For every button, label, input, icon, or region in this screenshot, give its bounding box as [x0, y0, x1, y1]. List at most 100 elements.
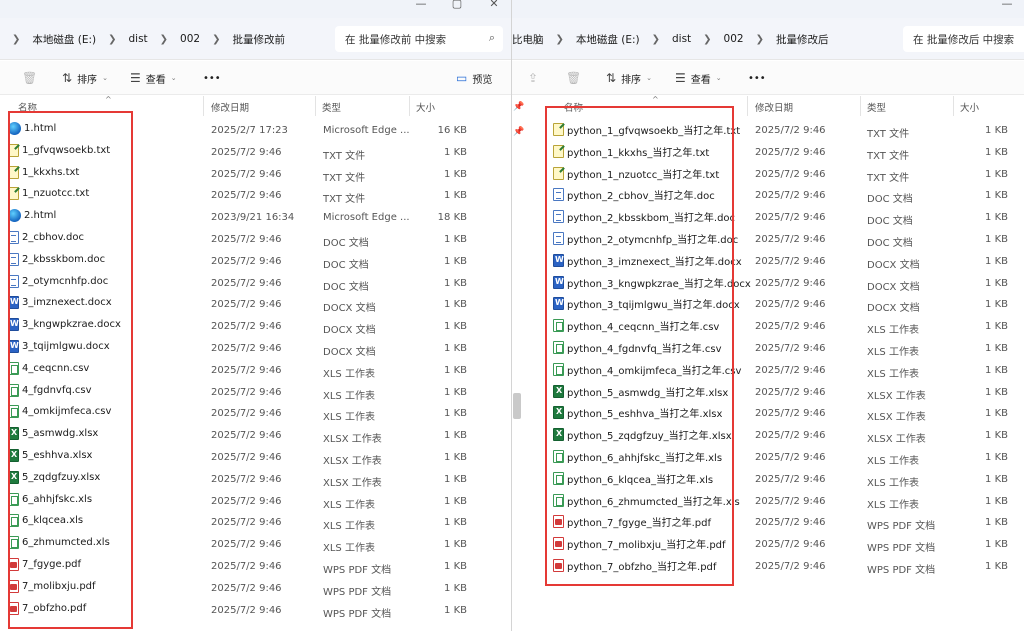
file-name-cell[interactable]: 2_cbhov.doc — [8, 231, 84, 244]
file-name-cell[interactable]: 7_obfzho.pdf — [8, 601, 86, 615]
file-row[interactable]: 7_obfzho.pdf 2025/7/2 9:46 WPS PDF 文档 1 KB — [0, 599, 511, 621]
file-name-cell[interactable]: 4_ceqcnn.csv — [8, 361, 89, 375]
breadcrumb-item[interactable]: 002 — [718, 33, 750, 45]
file-row[interactable]: 2_kbsskbom.doc 2025/7/2 9:46 DOC 文档 1 KB — [0, 250, 511, 272]
breadcrumb-item[interactable]: dist — [122, 33, 153, 45]
file-row[interactable]: 2_cbhov.doc 2025/7/2 9:46 DOC 文档 1 KB — [0, 228, 511, 250]
file-name-cell[interactable]: python_1_nzuotcc_当打之年.txt — [553, 166, 719, 181]
file-row[interactable]: python_4_ceqcnn_当打之年.csv 2025/7/2 9:46 XLS… — [512, 315, 1024, 337]
file-row[interactable]: python_4_fgdnvfq_当打之年.csv 2025/7/2 9:46 XL… — [512, 337, 1024, 359]
file-row[interactable]: python_6_klqcea_当打之年.xls 2025/7/2 9:46 XLS… — [512, 468, 1024, 490]
file-name-cell[interactable]: 3_kngwpkzrae.docx — [8, 318, 121, 332]
breadcrumb[interactable]: ❯ 本地磁盘 (E:) ❯ dist ❯ 002 ❯ 批量修改前 — [6, 26, 291, 52]
file-name-cell[interactable]: python_6_ahhjfskc_当打之年.xls — [553, 449, 722, 464]
breadcrumb[interactable]: 比电脑 ❯ 本地磁盘 (E:) ❯ dist ❯ 002 ❯ 批量修改后 — [512, 26, 834, 52]
maximize-icon[interactable]: ▢ — [450, 0, 464, 12]
column-divider[interactable] — [953, 96, 954, 116]
file-row[interactable]: 7_molibxju.pdf 2025/7/2 9:46 WPS PDF 文档 1 K… — [0, 577, 511, 599]
file-row[interactable]: 3_tqijmlgwu.docx 2025/7/2 9:46 DOCX 文档 1 KB — [0, 337, 511, 359]
file-row[interactable]: 4_fgdnvfq.csv 2025/7/2 9:46 XLS 工作表 1 KB — [0, 381, 511, 403]
file-row[interactable]: 6_klqcea.xls 2025/7/2 9:46 XLS 工作表 1 KB — [0, 511, 511, 533]
file-row[interactable]: python_3_imznexect_当打之年.docx 2025/7/2 9:4… — [512, 250, 1024, 272]
file-row[interactable]: 1_gfvqwsoekb.txt 2025/7/2 9:46 TXT 文件 1 KB — [0, 141, 511, 163]
search-input[interactable]: 在 批量修改后 中搜索 — [903, 26, 1024, 52]
file-row[interactable]: python_5_eshhva_当打之年.xlsx 2025/7/2 9:46 XL… — [512, 402, 1024, 424]
breadcrumb-item[interactable]: 本地磁盘 (E:) — [26, 32, 102, 47]
file-name-cell[interactable]: python_5_zqdgfzuy_当打之年.xlsx — [553, 427, 732, 442]
close-icon[interactable]: ✕ — [487, 0, 501, 12]
column-size[interactable]: 大小 — [960, 100, 979, 114]
file-name-cell[interactable]: 3_tqijmlgwu.docx — [8, 340, 110, 353]
file-name-cell[interactable]: 1_gfvqwsoekb.txt — [8, 143, 110, 157]
file-row[interactable]: python_4_omkijmfeca_当打之年.csv 2025/7/2 9:4… — [512, 359, 1024, 381]
share-button[interactable]: ⇪ — [528, 70, 538, 86]
file-row[interactable]: 5_zqdgfzuy.xlsx 2025/7/2 9:46 XLSX 工作表 1 KB — [0, 468, 511, 490]
file-name-cell[interactable]: python_3_imznexect_当打之年.docx — [553, 253, 742, 268]
minimize-icon[interactable]: — — [414, 0, 428, 12]
more-options-button[interactable]: ••• — [748, 70, 766, 86]
file-name-cell[interactable]: python_2_cbhov_当打之年.doc — [553, 187, 715, 202]
file-name-cell[interactable]: python_5_asmwdg_当打之年.xlsx — [553, 384, 728, 399]
column-type[interactable]: 类型 — [322, 100, 341, 114]
column-name[interactable]: 名称 — [18, 100, 37, 114]
file-name-cell[interactable]: 6_zhmumcted.xls — [8, 536, 110, 550]
file-row[interactable]: 2_otymcnhfp.doc 2025/7/2 9:46 DOC 文档 1 KB — [0, 272, 511, 294]
file-name-cell[interactable]: 4_fgdnvfq.csv — [8, 383, 92, 397]
file-row[interactable]: python_2_otymcnhfp_当打之年.doc 2025/7/2 9:46… — [512, 228, 1024, 250]
file-name-cell[interactable]: 4_omkijmfeca.csv — [8, 405, 111, 419]
column-divider[interactable] — [747, 96, 748, 116]
file-name-cell[interactable]: python_1_gfvqwsoekb_当打之年.txt — [553, 122, 740, 137]
file-name-cell[interactable]: 2_kbsskbom.doc — [8, 252, 105, 266]
sort-button[interactable]: ⇅ 排序 ⌄ — [606, 70, 652, 86]
column-divider[interactable] — [203, 96, 204, 116]
file-name-cell[interactable]: 2_otymcnhfp.doc — [8, 274, 108, 288]
file-row[interactable]: 5_eshhva.xlsx 2025/7/2 9:46 XLSX 工作表 1 KB — [0, 446, 511, 468]
breadcrumb-item[interactable]: 比电脑 — [512, 32, 550, 47]
breadcrumb-item[interactable]: 批量修改后 — [770, 32, 835, 47]
file-name-cell[interactable]: 1_nzuotcc.txt — [8, 187, 89, 201]
file-name-cell[interactable]: python_3_kngwpkzrae_当打之年.docx — [553, 275, 751, 290]
file-name-cell[interactable]: 7_fgyge.pdf — [8, 558, 81, 571]
file-row[interactable]: python_6_zhmumcted_当打之年.xls 2025/7/2 9:46… — [512, 490, 1024, 512]
file-name-cell[interactable]: python_4_fgdnvfq_当打之年.csv — [553, 340, 722, 355]
column-divider[interactable] — [315, 96, 316, 116]
file-name-cell[interactable]: python_7_fgyge_当打之年.pdf — [553, 514, 711, 529]
file-name-cell[interactable]: 5_zqdgfzuy.xlsx — [8, 470, 100, 484]
file-row[interactable]: python_2_kbsskbom_当打之年.doc 2025/7/2 9:46 D… — [512, 206, 1024, 228]
file-row[interactable]: python_1_gfvqwsoekb_当打之年.txt 2025/7/2 9:4… — [512, 119, 1024, 141]
file-name-cell[interactable]: 6_klqcea.xls — [8, 514, 83, 528]
minimize-icon[interactable]: — — [1000, 0, 1014, 12]
file-row[interactable]: python_1_kkxhs_当打之年.txt 2025/7/2 9:46 TXT … — [512, 141, 1024, 163]
breadcrumb-item[interactable]: 002 — [174, 33, 206, 45]
column-date[interactable]: 修改日期 — [755, 100, 793, 114]
search-input[interactable]: 在 批量修改前 中搜索 ⌕ — [335, 26, 503, 52]
file-row[interactable]: 6_ahhjfskc.xls 2025/7/2 9:46 XLS 工作表 1 KB — [0, 490, 511, 512]
view-button[interactable]: ☰ 查看 ⌄ — [675, 70, 722, 86]
file-name-cell[interactable]: 1.html — [8, 122, 56, 135]
column-type[interactable]: 类型 — [867, 100, 886, 114]
file-row[interactable]: 4_ceqcnn.csv 2025/7/2 9:46 XLS 工作表 1 KB — [0, 359, 511, 381]
file-row[interactable]: python_5_asmwdg_当打之年.xlsx 2025/7/2 9:46 XL… — [512, 381, 1024, 403]
file-row[interactable]: python_7_fgyge_当打之年.pdf 2025/7/2 9:46 WPS … — [512, 511, 1024, 533]
file-row[interactable]: 3_kngwpkzrae.docx 2025/7/2 9:46 DOCX 文档 1 K… — [0, 315, 511, 337]
file-row[interactable]: python_3_kngwpkzrae_当打之年.docx 2025/7/2 9:… — [512, 272, 1024, 294]
file-row[interactable]: 4_omkijmfeca.csv 2025/7/2 9:46 XLS 工作表 1 KB — [0, 402, 511, 424]
file-name-cell[interactable]: python_6_klqcea_当打之年.xls — [553, 471, 713, 486]
file-row[interactable]: 3_imznexect.docx 2025/7/2 9:46 DOCX 文档 1 KB — [0, 293, 511, 315]
file-row[interactable]: python_1_nzuotcc_当打之年.txt 2025/7/2 9:46 TX… — [512, 163, 1024, 185]
breadcrumb-item[interactable]: dist — [666, 33, 697, 45]
column-name[interactable]: 名称 — [564, 100, 583, 114]
sort-button[interactable]: ⇅ 排序 ⌄ — [62, 70, 108, 86]
file-row[interactable]: python_6_ahhjfskc_当打之年.xls 2025/7/2 9:46 X… — [512, 446, 1024, 468]
file-name-cell[interactable]: 7_molibxju.pdf — [8, 579, 96, 593]
file-name-cell[interactable]: 6_ahhjfskc.xls — [8, 492, 92, 506]
delete-button[interactable]: 🗑 — [566, 70, 581, 86]
file-row[interactable]: 7_fgyge.pdf 2025/7/2 9:46 WPS PDF 文档 1 KB — [0, 555, 511, 577]
file-row[interactable]: 1.html 2025/2/7 17:23 Microsoft Edge ... 16… — [0, 119, 511, 141]
delete-button[interactable]: 🗑 — [22, 70, 37, 86]
column-size[interactable]: 大小 — [416, 100, 435, 114]
column-divider[interactable] — [860, 96, 861, 116]
file-name-cell[interactable]: python_6_zhmumcted_当打之年.xls — [553, 493, 740, 508]
column-divider[interactable] — [409, 96, 410, 116]
file-row[interactable]: 1_kkxhs.txt 2025/7/2 9:46 TXT 文件 1 KB — [0, 163, 511, 185]
